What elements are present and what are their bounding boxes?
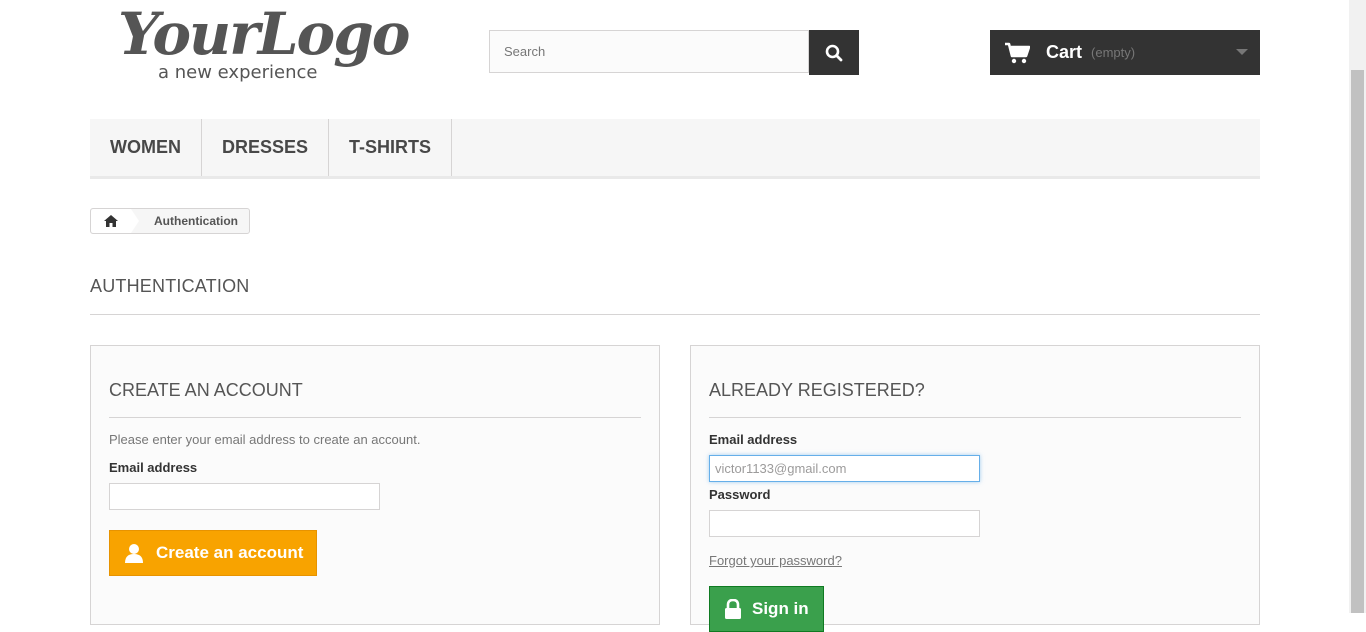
scrollbar-thumb[interactable] [1351, 70, 1364, 613]
breadcrumb-current: Authentication [154, 214, 238, 228]
chevron-down-icon [1236, 49, 1248, 55]
breadcrumb: Authentication [90, 208, 250, 234]
cart-label: Cart [1046, 42, 1083, 62]
divider [709, 417, 1241, 418]
breadcrumb-home[interactable] [91, 209, 139, 233]
divider [90, 314, 1260, 315]
login-password-field[interactable] [709, 510, 980, 537]
logo-tagline: a new experience [158, 62, 318, 83]
forgot-password-link[interactable]: Forgot your password? [709, 553, 842, 568]
menu-item-women[interactable]: WOMEN [90, 119, 202, 176]
user-icon [125, 544, 143, 563]
login-email-field[interactable] [709, 455, 980, 482]
create-account-button-label: Create an account [156, 543, 304, 562]
login-title: ALREADY REGISTERED? [709, 380, 925, 400]
search-input[interactable] [489, 30, 809, 73]
login-email-label: Email address [709, 432, 798, 447]
sign-in-button[interactable]: Sign in [709, 586, 824, 632]
page-title: AUTHENTICATION [90, 276, 250, 296]
create-account-hint: Please enter your email address to creat… [109, 432, 421, 447]
search-button[interactable] [809, 30, 859, 75]
sign-in-button-label: Sign in [752, 599, 809, 618]
create-email-field[interactable] [109, 483, 380, 510]
page-scrollbar[interactable] [1349, 0, 1366, 613]
divider [109, 417, 641, 418]
create-email-label: Email address [109, 460, 198, 475]
menu-item-tshirts[interactable]: T-SHIRTS [329, 119, 453, 176]
cart-button[interactable]: Cart (empty) [990, 30, 1260, 75]
home-icon [104, 215, 118, 227]
login-password-label: Password [709, 487, 771, 502]
logo-wordmark: YourLogo [118, 0, 410, 68]
create-account-panel: CREATE AN ACCOUNT Please enter your emai… [90, 345, 660, 625]
login-panel: ALREADY REGISTERED? Email address Passwo… [690, 345, 1260, 632]
create-account-button[interactable]: Create an account [109, 530, 317, 576]
site-logo[interactable]: YourLogo a new experience [110, 0, 410, 86]
menu-item-dresses[interactable]: DRESSES [202, 119, 330, 176]
search-icon [825, 44, 843, 61]
cart-status: (empty) [1091, 45, 1136, 60]
create-account-title: CREATE AN ACCOUNT [109, 380, 303, 400]
lock-icon [725, 599, 741, 619]
main-menu: WOMEN DRESSES T-SHIRTS [90, 119, 1260, 179]
cart-icon [1005, 42, 1030, 63]
